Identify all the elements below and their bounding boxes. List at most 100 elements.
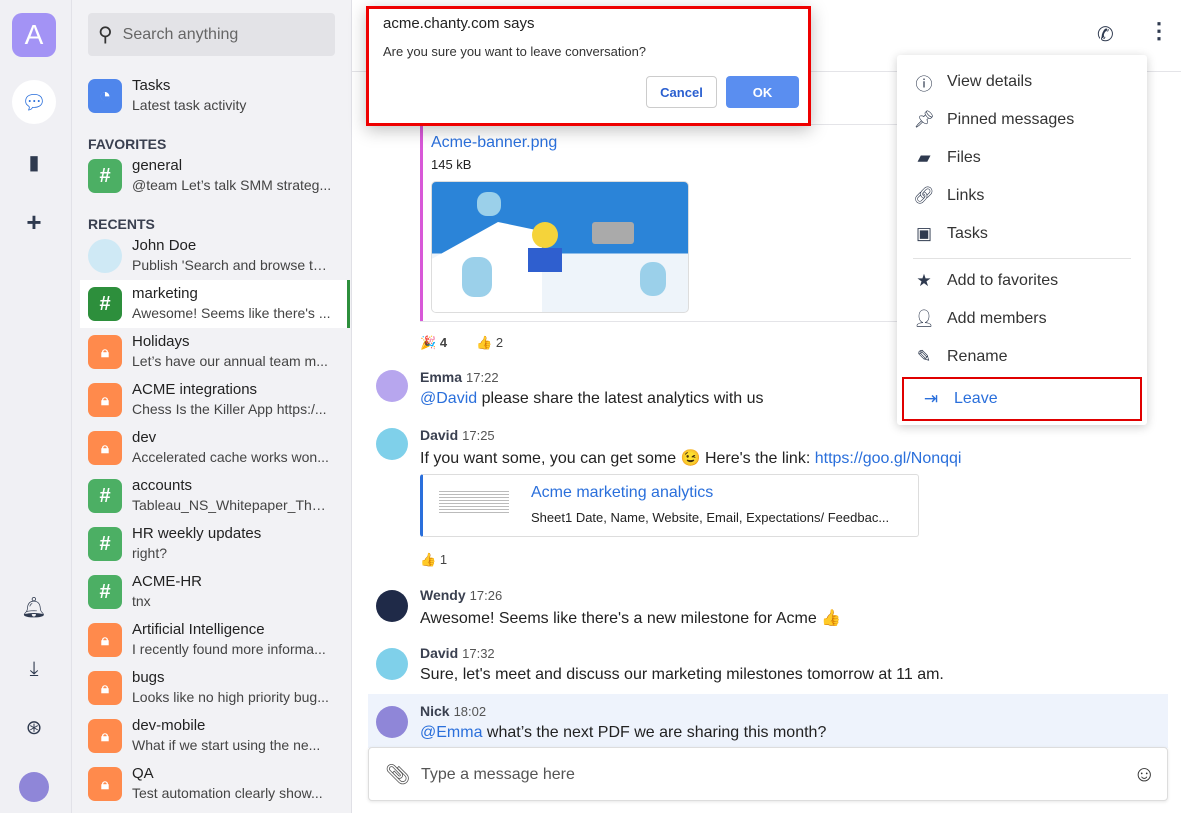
item-title: accounts xyxy=(132,477,193,494)
menu-item-label: Links xyxy=(947,187,985,204)
item-subtitle: Test automation clearly show... xyxy=(132,785,323,801)
download-icon[interactable]: ⤓ xyxy=(12,647,56,691)
menu-item-label: Files xyxy=(947,149,981,166)
item-subtitle: Tableau_NS_Whitepaper_The_... xyxy=(132,497,332,513)
hash-icon: # xyxy=(88,527,122,561)
message-link[interactable]: https://goo.gl/Nonqqi xyxy=(815,450,962,467)
menu-item-links[interactable]: 🔗︎ Links xyxy=(897,177,1147,215)
pin-icon: 📌︎ xyxy=(913,110,935,129)
preview-description: Sheet1 Date, Name, Website, Email, Expec… xyxy=(531,510,890,525)
item-title: QA xyxy=(132,765,154,782)
lock-icon: 🔒︎ xyxy=(88,719,122,753)
lock-icon: 🔒︎ xyxy=(88,767,122,801)
avatar[interactable] xyxy=(376,706,408,738)
mention-link[interactable]: @David xyxy=(420,390,477,407)
item-subtitle: Chess Is the Killer App https:/... xyxy=(132,401,327,417)
chat-icon[interactable]: 💬︎ xyxy=(12,80,56,124)
item-subtitle: Accelerated cache works won... xyxy=(132,449,329,465)
more-options-icon[interactable]: ⋮ xyxy=(1148,18,1170,44)
reaction-thumbs-up[interactable]: 👍 1 xyxy=(420,552,447,568)
lock-icon: 🔒︎ xyxy=(88,431,122,465)
conversation-options-menu: ⓘ View details 📌︎ Pinned messages ▰ Files 🔗︎ Li… xyxy=(897,55,1147,425)
sidebar-item-tasks[interactable]: ◔ Tasks Latest task activity xyxy=(80,72,350,120)
item-title: ACME integrations xyxy=(132,381,258,398)
avatar[interactable] xyxy=(376,590,408,622)
sidebar-item-marketing[interactable]: # marketing Awesome! Seems like there's ..… xyxy=(80,280,350,328)
cancel-button[interactable]: Cancel xyxy=(646,76,717,108)
reaction-thumbs-up[interactable]: 👍 2 xyxy=(476,335,503,351)
menu-item-label: Rename xyxy=(947,348,1008,365)
message-text: Sure, let's meet and discuss our marketi… xyxy=(420,666,944,683)
sidebar-item-qa[interactable]: 🔒︎ QA Test automation clearly show... xyxy=(80,760,350,808)
menu-item-leave[interactable]: ⇥ Leave xyxy=(902,377,1142,421)
menu-item-add-to-favorites[interactable]: ★ Add to favorites xyxy=(897,262,1147,300)
message-header: David 17:32 xyxy=(420,645,495,661)
item-title: marketing xyxy=(132,285,198,302)
hash-icon: # xyxy=(88,575,122,609)
message-composer[interactable]: 📎︎ Type a message here ☺ xyxy=(368,747,1168,801)
lock-icon: 🔒︎ xyxy=(88,383,122,417)
message-input[interactable]: Type a message here xyxy=(421,766,575,784)
confirm-dialog: acme.chanty.com says Are you sure you wa… xyxy=(366,6,811,126)
preview-title[interactable]: Acme marketing analytics xyxy=(531,484,713,502)
contacts-icon[interactable]: ▮ xyxy=(12,140,56,184)
sidebar-item-acme-hr[interactable]: # ACME-HR tnx xyxy=(80,568,350,616)
item-title: Artificial Intelligence xyxy=(132,621,265,638)
attachment-image[interactable] xyxy=(431,181,689,313)
sidebar-item-accounts[interactable]: # accounts Tableau_NS_Whitepaper_The_... xyxy=(80,472,350,520)
bell-icon[interactable]: 🔔︎ xyxy=(12,585,56,629)
reaction-party[interactable]: 🎉 4 xyxy=(420,335,447,351)
search-input[interactable]: ⚲ Search anything xyxy=(88,13,335,56)
item-title: bugs xyxy=(132,669,165,686)
avatar[interactable] xyxy=(376,370,408,402)
menu-item-add-members[interactable]: 👤︎ Add members xyxy=(897,300,1147,338)
rss-icon: ◔ xyxy=(88,79,122,113)
sidebar-item-dev[interactable]: 🔒︎ dev Accelerated cache works won... xyxy=(80,424,350,472)
item-title: general xyxy=(132,157,183,174)
avatar[interactable] xyxy=(376,648,408,680)
item-title: Tasks xyxy=(132,77,171,94)
item-subtitle: I recently found more informa... xyxy=(132,641,326,657)
sidebar-item-artificial-intelligence[interactable]: 🔒︎ Artificial Intelligence I recently foun… xyxy=(80,616,350,664)
menu-item-view-details[interactable]: ⓘ View details xyxy=(897,63,1147,101)
star-icon: ★ xyxy=(916,271,932,290)
item-subtitle: @team Let’s talk SMM strateg... xyxy=(132,177,332,193)
avatar[interactable] xyxy=(376,428,408,460)
sidebar-item-holidays[interactable]: 🔒︎ Holidays Let’s have our annual team m..… xyxy=(80,328,350,376)
mention-link[interactable]: @Emma xyxy=(420,724,482,741)
item-title: HR weekly updates xyxy=(132,525,262,542)
message-header: Emma 17:22 xyxy=(420,369,499,385)
sidebar-item-dev-mobile[interactable]: 🔒︎ dev-mobile What if we start using the n… xyxy=(80,712,350,760)
phone-icon[interactable]: ✆ xyxy=(1097,22,1114,47)
sidebar-item-general[interactable]: # general @team Let’s talk SMM strateg... xyxy=(80,152,350,200)
favorites-heading: FAVORITES xyxy=(88,136,167,152)
sidebar-item-hr-weekly-updates[interactable]: # HR weekly updates right? xyxy=(80,520,350,568)
plus-icon[interactable]: + xyxy=(12,200,56,244)
ok-button[interactable]: OK xyxy=(726,76,799,108)
user-avatar[interactable] xyxy=(19,772,49,802)
menu-item-label: Tasks xyxy=(947,225,988,242)
menu-item-label: Leave xyxy=(954,390,998,407)
recents-heading: RECENTS xyxy=(88,216,155,232)
menu-divider xyxy=(913,258,1131,259)
message-header: Wendy 17:26 xyxy=(420,587,503,603)
link-preview[interactable]: Acme marketing analytics Sheet1 Date, Na… xyxy=(420,474,919,537)
sidebar-item-acme-integrations[interactable]: 🔒︎ ACME integrations Chess Is the Killer A… xyxy=(80,376,350,424)
leave-icon: ⇥ xyxy=(923,389,939,408)
emoji-icon[interactable]: ☺ xyxy=(1133,761,1155,787)
workspace-avatar[interactable]: A xyxy=(12,13,56,57)
attach-icon[interactable]: 📎︎ xyxy=(385,762,410,787)
menu-item-files[interactable]: ▰ Files xyxy=(897,139,1147,177)
dialog-title: acme.chanty.com says xyxy=(383,15,535,32)
sidebar-item-bugs[interactable]: 🔒︎ bugs Looks like no high priority bug... xyxy=(80,664,350,712)
menu-item-tasks[interactable]: ▣ Tasks xyxy=(897,215,1147,253)
app-rail: A 💬︎ ▮ + 🔔︎ ⤓ ⊛ xyxy=(0,0,72,813)
menu-item-rename[interactable]: ✎ Rename xyxy=(897,338,1147,376)
hash-icon: # xyxy=(88,159,122,193)
item-subtitle: tnx xyxy=(132,593,151,609)
menu-item-pinned-messages[interactable]: 📌︎ Pinned messages xyxy=(897,101,1147,139)
attachment-name[interactable]: Acme-banner.png xyxy=(431,134,557,152)
item-title: Holidays xyxy=(132,333,190,350)
sidebar-item-john-doe[interactable]: John Doe Publish 'Search and browse ta... xyxy=(80,232,350,280)
help-icon[interactable]: ⊛ xyxy=(12,705,56,749)
